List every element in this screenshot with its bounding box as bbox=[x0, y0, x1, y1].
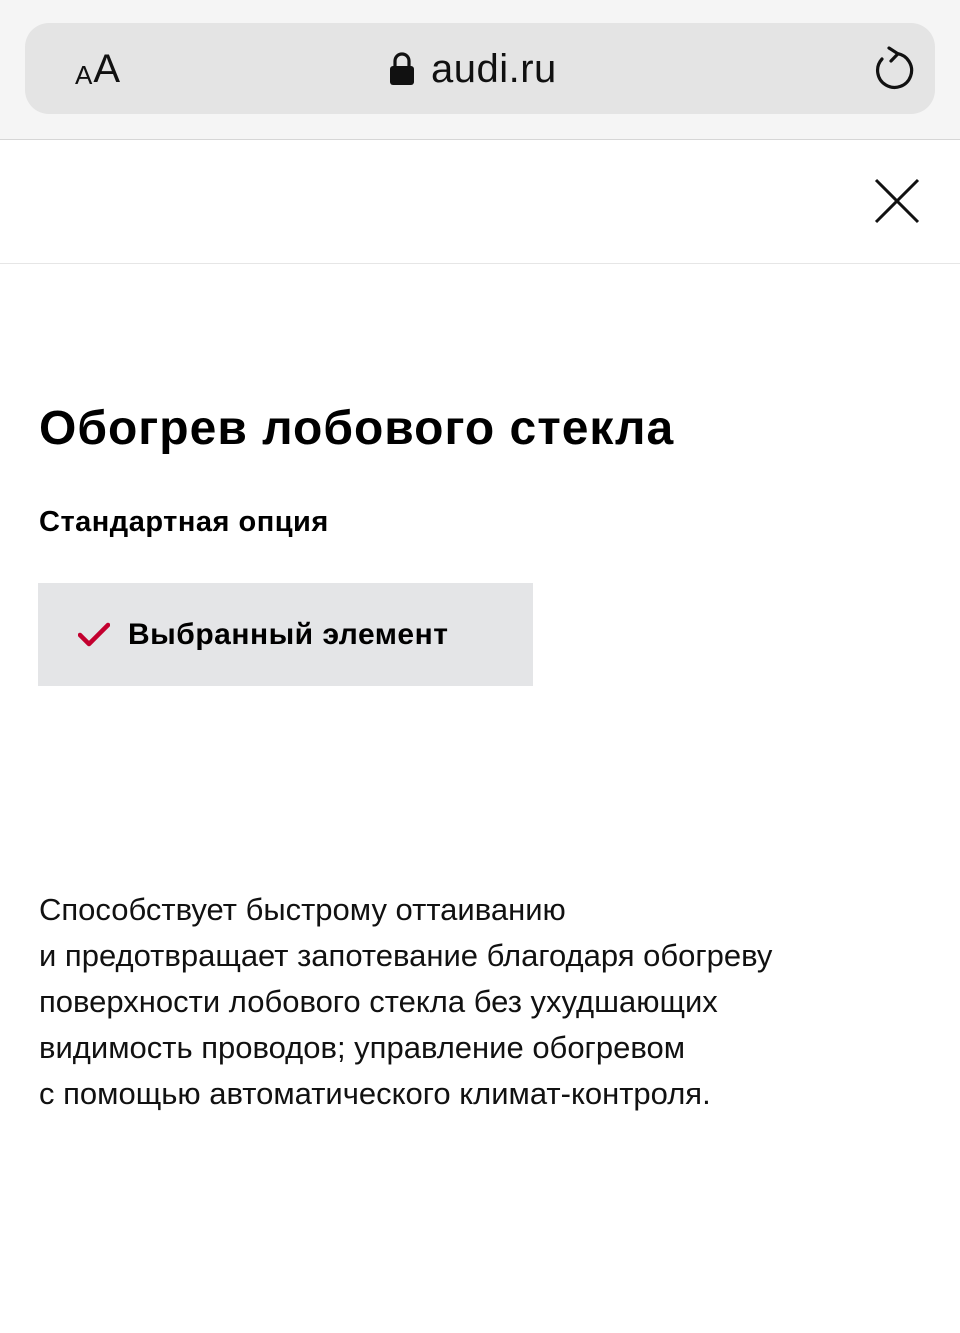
description-text: Способствует быстрому оттаиванию и предо… bbox=[39, 887, 929, 1117]
close-button[interactable] bbox=[870, 174, 924, 228]
reload-button[interactable] bbox=[870, 45, 918, 93]
page-title: Обогрев лобового стекла bbox=[39, 402, 675, 455]
text-size-button[interactable]: A A bbox=[75, 47, 120, 91]
url-field[interactable]: audi.ru bbox=[389, 45, 557, 93]
reload-icon bbox=[876, 46, 914, 90]
description-line: Способствует быстрому оттаиванию bbox=[39, 892, 566, 927]
description-line: и предотвращает запотевание благодаря об… bbox=[39, 938, 773, 973]
selected-item-button[interactable]: Выбранный элемент bbox=[38, 583, 533, 686]
address-bar[interactable]: A A audi.ru bbox=[25, 23, 935, 114]
description-line: видимость проводов; управление обогревом bbox=[39, 1030, 686, 1065]
option-type-label: Стандартная опция bbox=[39, 506, 329, 538]
text-size-large-glyph: A bbox=[93, 47, 121, 91]
selected-item-label: Выбранный элемент bbox=[128, 617, 449, 651]
description-line: с помощью автоматического климат-контрол… bbox=[39, 1076, 711, 1111]
close-icon bbox=[874, 178, 920, 224]
lock-icon bbox=[390, 52, 414, 85]
browser-toolbar: A A audi.ru bbox=[0, 0, 960, 140]
text-size-small-glyph: A bbox=[75, 60, 93, 90]
check-icon bbox=[78, 622, 110, 646]
modal-header bbox=[0, 141, 960, 264]
url-text: audi.ru bbox=[431, 46, 557, 91]
description-line: поверхности лобового стекла без ухудшающ… bbox=[39, 984, 718, 1019]
